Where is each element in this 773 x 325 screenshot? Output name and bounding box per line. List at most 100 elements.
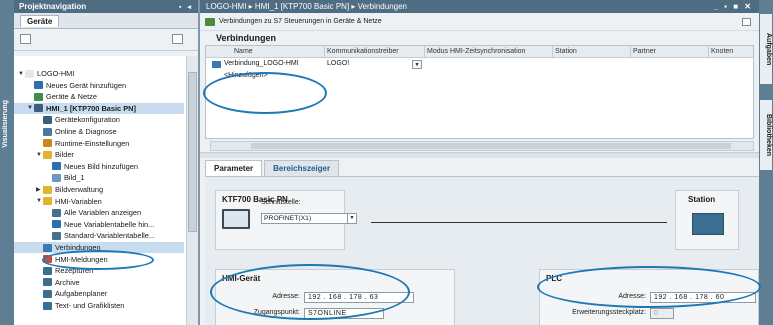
window-buttons[interactable]: _ ▪ ■ ✕ (714, 2, 754, 11)
tab-bibliotheken[interactable]: Bibliotheken (760, 100, 772, 170)
interface-select[interactable]: PROFINET(X1) ▼ (261, 213, 357, 224)
tree-item-label: HMI_1 [KTP700 Basic PN] (46, 103, 136, 113)
tree-item-icon (34, 104, 43, 113)
tree-expander-icon[interactable]: ▼ (36, 198, 43, 204)
hmi-panel-icon (222, 209, 250, 229)
editor-title-bar: LOGO-HMI ▸ HMI_1 [KTP700 Basic PN] ▸ Ver… (200, 0, 759, 13)
col-station[interactable]: Station (555, 48, 577, 55)
tree-item[interactable]: Gerätekonfiguration (14, 114, 184, 125)
tree-item-label: Text- und Grafiklisten (55, 301, 125, 310)
visualisierung-label: Visualisierung (2, 100, 9, 148)
tree-item[interactable]: ▼ HMI_1 [KTP700 Basic PN] (14, 102, 184, 114)
scrollbar-thumb[interactable] (188, 72, 197, 232)
tree-item[interactable]: HMI-Meldungen (14, 254, 184, 265)
tab-aufgaben[interactable]: Aufgaben (760, 14, 772, 84)
hmi-device-section: HMI-Gerät Adresse: 192 . 168 . 178 . 63 … (215, 269, 455, 325)
tree-item-label: Standard-Variablentabelle... (64, 231, 156, 241)
tree-item[interactable]: Alle Variablen anzeigen (14, 207, 184, 218)
tree-item[interactable]: Rezepturen (14, 265, 184, 276)
tree-expander-icon[interactable]: ▼ (27, 105, 34, 111)
tree-item[interactable]: ▼ LOGO-HMI (14, 68, 184, 79)
access-point-label: Zugangspunkt: (253, 309, 300, 316)
col-knoten[interactable]: Knoten (711, 48, 733, 55)
tree-item-label: Verbindungen (55, 243, 101, 252)
new-folder-icon[interactable] (20, 34, 31, 44)
table-horizontal-scrollbar[interactable] (210, 141, 754, 151)
slot-field[interactable]: 0 (650, 308, 674, 319)
project-navigation-title-bar: Projektnavigation ▪ ◂ (14, 0, 198, 13)
tree-item[interactable]: Bild_1 (14, 172, 184, 183)
tree-item-label: Neues Bild hinzufügen (64, 161, 138, 171)
right-task-strip: Aufgaben Bibliotheken (759, 0, 773, 325)
tree-item[interactable]: Verbindungen (14, 242, 184, 253)
row-driver[interactable]: LOGO! (327, 60, 349, 67)
tree-item-icon (43, 255, 52, 264)
panel-buttons[interactable]: ▪ ◂ (179, 3, 193, 11)
tree-item-label: Geräte & Netze (46, 92, 97, 102)
tree-item[interactable]: ▶ Bildverwaltung (14, 184, 184, 195)
tree-item[interactable]: Archive (14, 277, 184, 288)
tree-item[interactable]: Neues Gerät hinzufügen (14, 80, 184, 91)
panel-toggle-icon[interactable] (742, 18, 751, 26)
table-row[interactable]: <Hinzufügen> (206, 71, 753, 82)
toolbar-link-text[interactable]: Verbindungen zu S7 Steuerungen in Geräte… (219, 18, 382, 25)
hmi-address-label: Adresse: (272, 293, 300, 300)
navigation-toolbar (14, 29, 198, 51)
tree-item[interactable]: ▼ HMI-Variablen (14, 196, 184, 207)
col-partner[interactable]: Partner (633, 48, 656, 55)
panel-splitter[interactable] (200, 152, 759, 158)
hmi-address-field[interactable]: 192 . 168 . 178 . 63 (304, 292, 414, 303)
connections-toolbar: Verbindungen zu S7 Steuerungen in Geräte… (200, 13, 759, 31)
tree-item[interactable]: Standard-Variablentabelle... (14, 230, 184, 241)
hmi-device-title: HMI-Gerät (222, 274, 261, 283)
table-header: Name Kommunikationstreiber Modus HMI-Zei… (206, 46, 753, 58)
view-toggle-icon[interactable] (172, 34, 183, 44)
station-box: Station (675, 190, 739, 250)
tree-item[interactable]: Text- und Grafiklisten (14, 300, 184, 311)
tab-geraete[interactable]: Geräte (20, 15, 60, 27)
tree-expander-icon[interactable]: ▼ (36, 152, 43, 158)
tree-item[interactable]: Neues Bild hinzufügen (14, 161, 184, 172)
col-timesync[interactable]: Modus HMI-Zeitsynchronisation (427, 48, 525, 55)
tab-parameter[interactable]: Parameter (205, 160, 263, 176)
tree-expander-icon[interactable]: ▶ (36, 186, 43, 193)
tree-item[interactable]: Geräte & Netze (14, 91, 184, 102)
tree-item-label: Archive (55, 277, 80, 287)
row-name[interactable]: Verbindung_LOGO-HMI (224, 60, 299, 67)
tree-item-icon (34, 92, 43, 101)
tree-item[interactable]: Online & Diagnose (14, 126, 184, 137)
tree-scrollbar[interactable] (186, 56, 198, 325)
tree-expander-icon[interactable]: ▼ (18, 71, 25, 77)
tree-item[interactable]: Aufgabenplaner (14, 288, 184, 299)
col-driver[interactable]: Kommunikationstreiber (327, 48, 399, 55)
tab-bereichszeiger[interactable]: Bereichszeiger (264, 160, 340, 176)
access-point-field[interactable]: S7ONLINE (304, 308, 384, 319)
tree-item-icon (52, 220, 61, 229)
properties-tabs: Parameter Bereichszeiger (205, 160, 341, 176)
scrollbar-thumb[interactable] (251, 143, 731, 149)
tree-item-icon (43, 301, 52, 310)
tree-item[interactable]: ▼ Bilder (14, 149, 184, 160)
tree-item-icon (52, 231, 61, 240)
tree-item-icon (52, 162, 61, 171)
chevron-down-icon[interactable]: ▼ (347, 214, 356, 223)
plc-title: PLC (546, 274, 562, 283)
ip-octet: 178 (695, 294, 709, 301)
tree-item-icon (43, 115, 52, 124)
row-add[interactable]: <Hinzufügen> (224, 72, 268, 79)
tree-item-icon (52, 173, 61, 182)
tree-item[interactable]: Neue Variablentabelle hin... (14, 219, 184, 230)
tree-item-label: Bildverwaltung (55, 185, 104, 194)
project-tree: ▼ LOGO-HMI Neues Gerät hinzufügen Geräte & … (14, 56, 186, 325)
breadcrumb: LOGO-HMI ▸ HMI_1 [KTP700 Basic PN] ▸ Ver… (206, 2, 408, 11)
plc-address-field[interactable]: 192 . 168 . 178 . 60 (650, 292, 756, 303)
left-vertical-strip[interactable]: Visualisierung (0, 0, 14, 325)
tree-item-icon (43, 127, 52, 136)
connection-icon (212, 61, 221, 68)
tree-item[interactable]: Runtime-Einstellungen (14, 138, 184, 149)
tree-item-label: Bilder (55, 150, 74, 160)
driver-dropdown-icon[interactable]: ▼ (412, 60, 422, 69)
col-name[interactable]: Name (234, 48, 253, 55)
table-row[interactable]: Verbindung_LOGO-HMI LOGO! ▼ (206, 59, 753, 70)
network-icon[interactable] (205, 17, 215, 26)
